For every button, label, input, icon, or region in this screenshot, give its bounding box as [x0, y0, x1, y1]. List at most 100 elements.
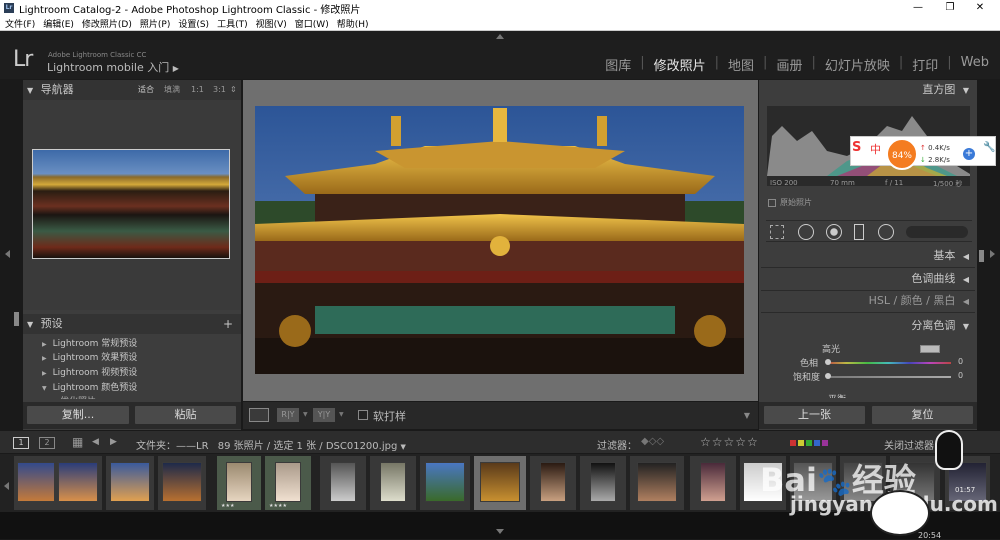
minimize-button[interactable]: —	[902, 0, 934, 16]
copy-settings-button[interactable]: 复制...	[26, 405, 130, 425]
menu-develop[interactable]: 修改照片(D)	[82, 17, 132, 30]
zoom-fill[interactable]: 填满	[164, 80, 180, 100]
menu-photo[interactable]: 照片(P)	[140, 17, 170, 30]
navigator-preview-image[interactable]	[32, 149, 230, 259]
menu-view[interactable]: 视图(V)	[256, 17, 287, 30]
right-panel-toggle-icon[interactable]	[990, 250, 995, 258]
histogram-header[interactable]: 直方图 ▼	[759, 80, 977, 100]
original-photo-checkbox[interactable]	[768, 199, 776, 207]
zoom-3to1[interactable]: 3:1	[213, 80, 226, 100]
preset-item-partial[interactable]: 优化照片	[60, 394, 96, 399]
identity-title[interactable]: Lightroom mobile 入门 ▶	[47, 59, 179, 75]
module-slideshow[interactable]: 幻灯片放映	[825, 55, 890, 74]
before-after-lr-button[interactable]: R|Y	[277, 408, 299, 422]
toolbar-menu-icon[interactable]: ▼	[744, 411, 750, 420]
overlay-add-icon[interactable]: +	[963, 148, 975, 160]
ime-mode-indicator[interactable]: 中	[870, 141, 881, 157]
filmstrip-thumbnail[interactable]	[162, 462, 202, 502]
saturation-slider-knob[interactable]	[825, 373, 831, 379]
wrench-icon[interactable]: 🔧	[983, 142, 995, 153]
filmstrip-thumbnail[interactable]	[425, 462, 465, 502]
add-preset-icon[interactable]: +	[223, 314, 233, 334]
menu-tools[interactable]: 工具(T)	[217, 17, 248, 30]
filmstrip-thumbnail[interactable]	[380, 462, 406, 502]
filmstrip-thumbnail[interactable]	[700, 462, 726, 502]
zoom-fit[interactable]: 适合	[138, 80, 154, 100]
module-web[interactable]: Web	[961, 55, 989, 74]
filmstrip-thumbnail[interactable]	[275, 462, 301, 502]
saturation-value[interactable]: 0	[958, 371, 963, 380]
maximize-button[interactable]: ❐	[934, 0, 966, 16]
panel-basic-header[interactable]: 基本 ◀	[759, 246, 977, 266]
preset-folder-color[interactable]: Lightroom 颜色预设	[42, 380, 138, 393]
zoom-stepper-icon[interactable]: ⇕	[230, 80, 237, 100]
main-photo[interactable]	[255, 106, 744, 374]
red-eye-icon[interactable]	[826, 224, 842, 240]
menu-window[interactable]: 窗口(W)	[295, 17, 329, 30]
hue-slider-track[interactable]	[826, 362, 951, 364]
top-panel-toggle-icon[interactable]	[496, 34, 504, 39]
filter-off-dropdown[interactable]: 关闭过滤器	[884, 437, 934, 452]
filmstrip-thumbnail[interactable]	[17, 462, 57, 502]
before-after-tb-button[interactable]: Y|Y	[313, 408, 335, 422]
module-book[interactable]: 画册	[776, 55, 802, 74]
preset-folder-general[interactable]: Lightroom 常规预设	[42, 336, 138, 349]
left-panel-toggle-icon[interactable]	[5, 250, 10, 258]
forward-arrow-icon[interactable]: ▶	[110, 437, 117, 447]
reset-button[interactable]: 复位	[871, 405, 974, 425]
menu-settings[interactable]: 设置(S)	[178, 17, 209, 30]
brush-tool-icon[interactable]	[906, 226, 968, 238]
panel-tone-curve-header[interactable]: 色调曲线 ◀	[759, 269, 977, 289]
panel-split-toning-header[interactable]: 分离色调 ▼	[759, 316, 977, 336]
panel-hsl-header[interactable]: HSL / 颜色 / 黑白 ◀	[759, 291, 977, 311]
crop-tool-icon[interactable]	[770, 225, 784, 239]
grid-view-icon[interactable]: ▦	[72, 435, 83, 449]
filmstrip-thumbnail[interactable]	[330, 462, 356, 502]
radial-filter-icon[interactable]	[878, 224, 894, 240]
filmstrip-left-toggle-icon[interactable]	[4, 482, 9, 490]
dropdown-icon[interactable]: ▼	[339, 411, 344, 418]
left-panel-scrollbar[interactable]	[14, 312, 19, 326]
filmstrip-thumbnail[interactable]	[110, 462, 150, 502]
spot-removal-icon[interactable]	[798, 224, 814, 240]
navigator-header[interactable]: ▼ 导航器 适合 填满 1:1 3:1 ⇕	[23, 80, 241, 100]
previous-button[interactable]: 上一张	[763, 405, 866, 425]
close-button[interactable]: ✕	[964, 0, 996, 16]
filmstrip-thumbnail[interactable]	[58, 462, 98, 502]
hue-value[interactable]: 0	[958, 357, 963, 366]
filmstrip-thumbnail[interactable]	[637, 462, 677, 502]
dropdown-icon[interactable]: ▼	[303, 411, 308, 418]
zoom-1to1[interactable]: 1:1	[191, 80, 204, 100]
right-panel-scrollbar[interactable]	[979, 250, 984, 262]
filmstrip-thumbnail[interactable]	[540, 462, 566, 502]
sogou-logo-icon[interactable]: S	[852, 140, 861, 155]
filmstrip-thumbnail[interactable]	[226, 462, 252, 502]
monitor-1-button[interactable]: 1	[13, 437, 29, 449]
module-develop[interactable]: 修改照片	[654, 55, 706, 74]
loupe-view-button[interactable]	[249, 408, 269, 422]
hue-slider-knob[interactable]	[825, 359, 831, 365]
color-label-filter[interactable]	[790, 440, 828, 446]
flag-filter-icons[interactable]: ◆◇◇	[641, 436, 664, 447]
module-map[interactable]: 地图	[728, 55, 754, 74]
monitor-2-button[interactable]: 2	[39, 437, 55, 449]
soft-proof-checkbox[interactable]	[358, 410, 368, 420]
saturation-slider-track[interactable]	[826, 376, 951, 378]
module-print[interactable]: 打印	[912, 55, 938, 74]
filmstrip-thumbnail[interactable]	[480, 462, 520, 502]
graduated-filter-icon[interactable]	[854, 224, 864, 240]
cpu-usage-ball[interactable]: 84%	[886, 138, 918, 170]
preset-folder-video[interactable]: Lightroom 视频预设	[42, 365, 138, 378]
preset-folder-effects[interactable]: Lightroom 效果预设	[42, 350, 138, 363]
rating-filter[interactable]: ☆☆☆☆☆	[700, 435, 759, 449]
presets-header[interactable]: ▼ 预设 +	[23, 314, 241, 334]
module-library[interactable]: 图库	[605, 55, 631, 74]
filmstrip-source[interactable]: 文件夹：——LR 89 张照片 / 选定 1 张 / DSC01200.jpg …	[136, 437, 406, 452]
menu-edit[interactable]: 编辑(E)	[43, 17, 74, 30]
menu-help[interactable]: 帮助(H)	[337, 17, 369, 30]
paste-settings-button[interactable]: 粘贴	[134, 405, 237, 425]
menu-file[interactable]: 文件(F)	[5, 17, 35, 30]
bottom-panel-toggle-icon[interactable]	[496, 529, 504, 534]
highlights-color-swatch[interactable]	[920, 345, 940, 353]
filmstrip-thumbnail[interactable]	[590, 462, 616, 502]
